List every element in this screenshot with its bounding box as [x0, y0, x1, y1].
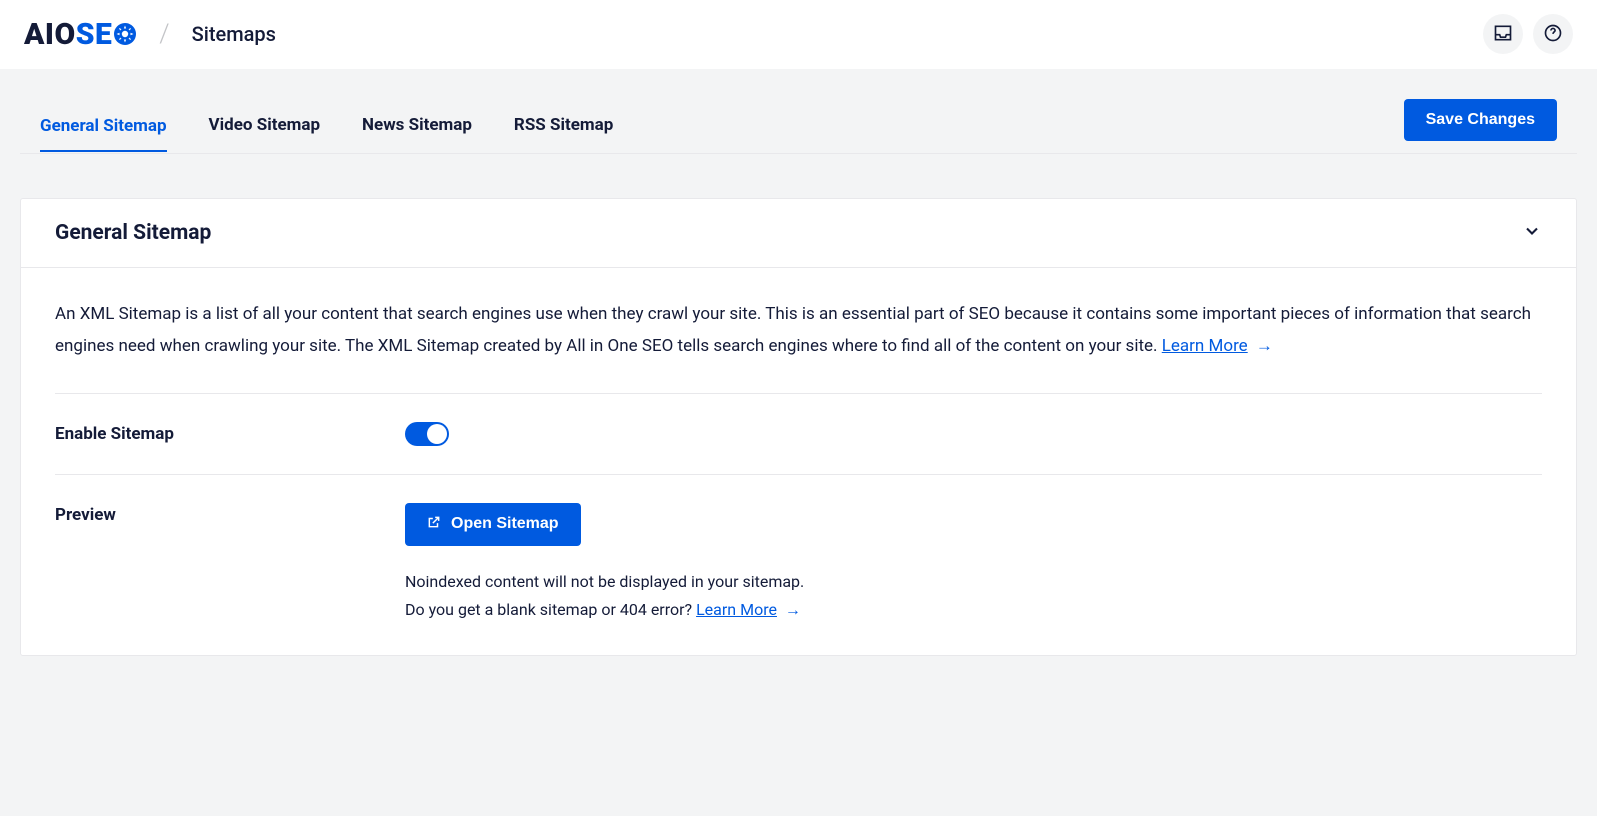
chevron-down-icon[interactable]: [1522, 221, 1542, 245]
enable-sitemap-row: Enable Sitemap: [55, 394, 1542, 475]
open-sitemap-label: Open Sitemap: [451, 515, 559, 533]
arrow-right-icon: →: [1252, 336, 1273, 356]
note-line2: Do you get a blank sitemap or 404 error?: [405, 600, 696, 619]
card-description: An XML Sitemap is a list of all your con…: [55, 298, 1542, 394]
general-sitemap-card: General Sitemap An XML Sitemap is a list…: [20, 198, 1577, 656]
app-header: AIOSE / Sitemaps: [0, 0, 1597, 69]
tab-video-sitemap[interactable]: Video Sitemap: [209, 101, 320, 152]
tab-news-sitemap[interactable]: News Sitemap: [362, 101, 472, 152]
logo-text-aio: AIO: [24, 17, 76, 52]
save-changes-button[interactable]: Save Changes: [1404, 99, 1557, 141]
enable-sitemap-label: Enable Sitemap: [55, 422, 405, 446]
learn-more-link[interactable]: Learn More: [1162, 336, 1248, 356]
note-line1: Noindexed content will not be displayed …: [405, 572, 804, 591]
card-title: General Sitemap: [55, 221, 211, 245]
card-header: General Sitemap: [21, 199, 1576, 268]
tab-rss-sitemap[interactable]: RSS Sitemap: [514, 101, 613, 152]
page-title: Sitemaps: [192, 22, 276, 46]
gear-icon: [112, 17, 137, 52]
open-sitemap-button[interactable]: Open Sitemap: [405, 503, 581, 546]
help-icon: [1543, 23, 1563, 46]
arrow-right-icon: →: [781, 600, 801, 619]
preview-row: Preview Open Sitemap Noindexed content w…: [55, 475, 1542, 626]
toggle-knob: [427, 424, 447, 444]
inbox-button[interactable]: [1483, 14, 1523, 54]
preview-label: Preview: [55, 503, 405, 626]
divider: /: [159, 19, 169, 49]
tab-general-sitemap[interactable]: General Sitemap: [40, 102, 167, 152]
inbox-icon: [1493, 23, 1513, 46]
enable-sitemap-toggle[interactable]: [405, 422, 449, 446]
external-link-icon: [427, 515, 441, 534]
tab-bar: General Sitemap Video Sitemap News Sitem…: [20, 69, 1577, 154]
description-text: An XML Sitemap is a list of all your con…: [55, 304, 1531, 356]
logo: AIOSE: [24, 17, 137, 52]
logo-text-se: SE: [76, 17, 113, 52]
learn-more-link-2[interactable]: Learn More: [696, 600, 777, 619]
preview-note: Noindexed content will not be displayed …: [405, 568, 1542, 626]
help-button[interactable]: [1533, 14, 1573, 54]
